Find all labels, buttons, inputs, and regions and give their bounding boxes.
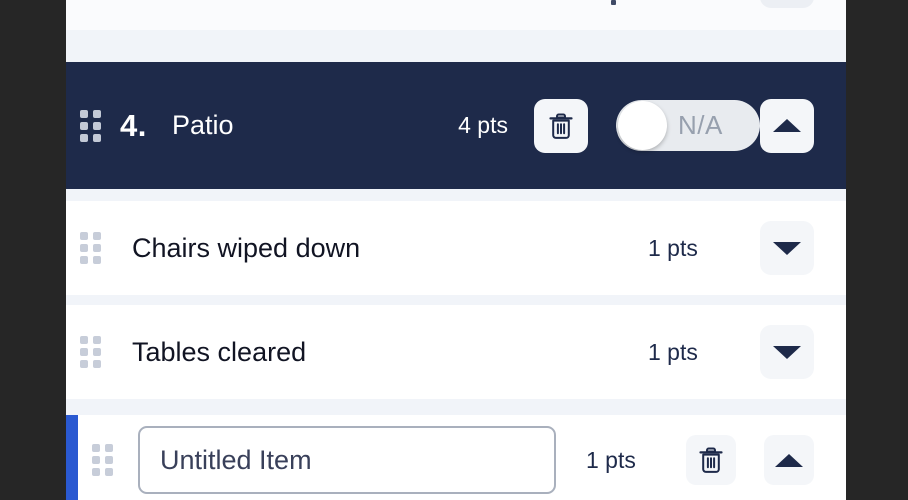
app-root: 4. Patio 4 pts N/A Chairs wiped down 1 p… bbox=[0, 0, 908, 500]
section-header-patio[interactable]: 4. Patio 4 pts N/A bbox=[66, 62, 846, 189]
section-index: 4. bbox=[120, 107, 147, 143]
checklist-item-row-active[interactable]: 1 pts bbox=[66, 415, 846, 500]
row-gap bbox=[66, 189, 846, 201]
checklist-panel: 4. Patio 4 pts N/A Chairs wiped down 1 p… bbox=[66, 0, 846, 500]
partial-icon-button[interactable] bbox=[760, 0, 814, 8]
dots-grid bbox=[91, 444, 113, 476]
item-points: 1 pts bbox=[648, 338, 698, 365]
item-name-input[interactable] bbox=[138, 426, 556, 494]
item-title: Tables cleared bbox=[132, 336, 307, 367]
item-points: 1 pts bbox=[586, 446, 636, 473]
triangle-up-icon bbox=[773, 119, 801, 132]
drag-handle-dots-icon[interactable] bbox=[66, 228, 114, 268]
triangle-up-icon bbox=[775, 453, 803, 467]
dots-grid bbox=[79, 232, 101, 264]
item-delete-button[interactable] bbox=[686, 435, 736, 485]
row-gap bbox=[66, 295, 846, 305]
toggle-knob bbox=[618, 101, 667, 150]
item-points: 1 pts bbox=[648, 234, 698, 261]
section-points: 4 pts bbox=[458, 112, 508, 138]
item-expand-button[interactable] bbox=[760, 325, 814, 379]
previous-section-row-partial bbox=[66, 0, 846, 30]
section-title: Patio bbox=[172, 110, 234, 140]
item-collapse-button[interactable] bbox=[764, 435, 814, 485]
dots-grid bbox=[79, 109, 101, 142]
section-collapse-button[interactable] bbox=[760, 98, 814, 153]
toggle-label: N/A bbox=[678, 110, 723, 140]
item-title: Chairs wiped down bbox=[132, 232, 361, 263]
trash-icon bbox=[698, 446, 724, 474]
checklist-item-row[interactable]: Chairs wiped down 1 pts bbox=[66, 201, 846, 295]
triangle-down-icon bbox=[773, 345, 801, 359]
dots-grid bbox=[79, 336, 101, 368]
drag-handle-dots-icon[interactable] bbox=[78, 440, 126, 480]
row-gap bbox=[66, 399, 846, 415]
item-expand-button[interactable] bbox=[760, 221, 814, 275]
section-na-toggle[interactable]: N/A bbox=[616, 100, 760, 151]
row-gap bbox=[66, 30, 846, 62]
section-delete-button[interactable] bbox=[534, 98, 588, 153]
checklist-item-row[interactable]: Tables cleared 1 pts bbox=[66, 305, 846, 399]
drag-handle-dots-icon[interactable] bbox=[66, 332, 114, 372]
triangle-down-icon bbox=[773, 241, 801, 255]
drag-handle-dots-icon[interactable] bbox=[66, 106, 114, 146]
partial-icon-fragment bbox=[611, 0, 616, 5]
trash-icon bbox=[548, 112, 574, 140]
